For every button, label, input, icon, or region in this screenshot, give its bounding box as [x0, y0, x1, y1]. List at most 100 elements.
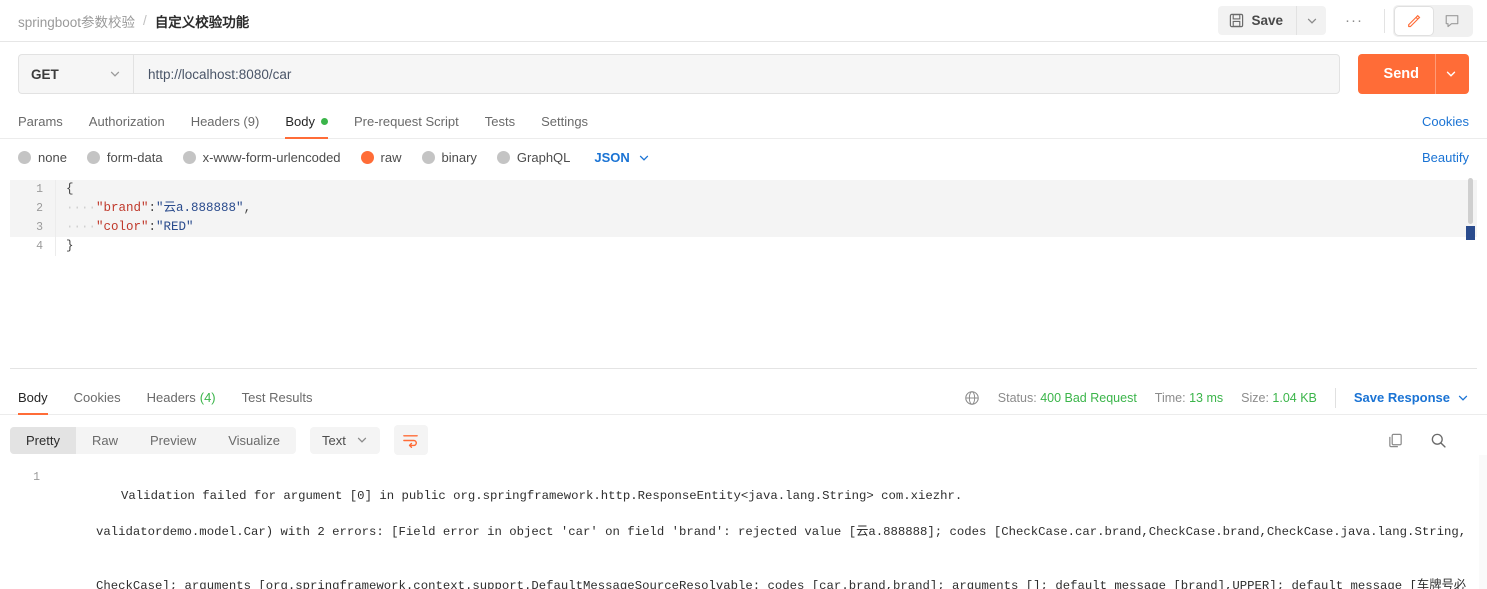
search-icon[interactable] — [1430, 432, 1447, 449]
chevron-down-icon — [1445, 68, 1457, 80]
response-tab-test-results[interactable]: Test Results — [242, 381, 313, 415]
response-tab-body[interactable]: Body — [18, 381, 48, 415]
response-format-select[interactable]: Text — [310, 426, 380, 454]
body-type-graphql[interactable]: GraphQL — [496, 150, 570, 165]
http-method-select[interactable]: GET — [18, 54, 133, 94]
word-wrap-icon — [402, 432, 419, 449]
indent-guide: ···· — [66, 220, 97, 234]
response-meta: Status: 400 Bad Request Time: 13 ms Size… — [964, 387, 1469, 408]
tab-tests[interactable]: Tests — [485, 105, 515, 139]
request-body-editor[interactable]: 1 { 2 ····"brand":"云a.888888", 3 ····"co… — [10, 174, 1477, 369]
tab-settings-label: Settings — [541, 114, 589, 129]
tab-settings[interactable]: Settings — [541, 105, 588, 139]
window-header: springboot参数校验 / 自定义校验功能 Save ··· — [0, 0, 1487, 42]
size-label-text: Size: — [1241, 390, 1269, 405]
body-type-none[interactable]: none — [18, 150, 67, 165]
response-toolbar: Pretty Raw Preview Visualize Text — [0, 415, 1487, 463]
response-view-switcher: Pretty Raw Preview Visualize — [10, 426, 297, 454]
radio-icon — [182, 151, 196, 164]
tab-authorization[interactable]: Authorization — [89, 105, 165, 139]
save-response-label: Save Response — [1353, 390, 1450, 405]
body-type-urlencoded-label: x-www-form-urlencoded — [202, 150, 341, 165]
tab-pre-request-script[interactable]: Pre-request Script — [354, 105, 459, 139]
line-number: 4 — [10, 237, 56, 256]
response-scrollbar[interactable] — [1479, 455, 1487, 589]
meta-divider — [1334, 387, 1336, 408]
edit-mode-button[interactable] — [1395, 6, 1433, 35]
radio-icon — [496, 151, 510, 164]
copy-icon[interactable] — [1387, 432, 1404, 449]
request-url-input[interactable] — [133, 54, 1340, 94]
body-type-form-data[interactable]: form-data — [86, 150, 163, 165]
response-text-segment-2: validatordemo.model.Car) with 2 errors: … — [96, 525, 1467, 539]
chevron-down-icon — [1457, 392, 1469, 404]
body-type-row: none form-data x-www-form-urlencoded raw… — [0, 139, 1487, 174]
view-mode-toggle — [1393, 4, 1473, 37]
line-number: 2 — [10, 199, 56, 218]
response-tab-headers-label: Headers — [146, 390, 196, 405]
size-value: 1.04 KB — [1272, 390, 1317, 405]
request-tabs: Params Authorization Headers (9) Body Pr… — [0, 105, 1487, 139]
response-line-number: 1 — [33, 471, 40, 484]
body-format-label: JSON — [594, 150, 630, 165]
more-actions-button[interactable]: ··· — [1332, 7, 1376, 34]
editor-line: 2 ····"brand":"云a.888888", — [10, 199, 1477, 218]
radio-icon — [421, 151, 435, 164]
response-tab-cookies-label: Cookies — [73, 390, 121, 405]
response-tab-cookies[interactable]: Cookies — [74, 381, 121, 415]
response-view-visualize[interactable]: Visualize — [212, 427, 296, 454]
tab-headers-label: Headers (9) — [190, 114, 260, 129]
body-type-binary-label: binary — [441, 150, 477, 165]
beautify-button[interactable]: Beautify — [1422, 150, 1469, 165]
chevron-down-icon — [638, 152, 650, 164]
response-tab-headers[interactable]: Headers (4) — [147, 381, 216, 415]
response-body[interactable]: 1 Validation failed for argument [0] in … — [0, 463, 1487, 589]
tab-params-label: Params — [18, 114, 63, 129]
tab-tests-label: Tests — [484, 114, 516, 129]
json-value: "RED" — [156, 220, 194, 234]
send-button[interactable]: Send — [1357, 54, 1469, 94]
body-type-raw-label: raw — [380, 150, 402, 165]
tab-body[interactable]: Body — [285, 105, 328, 139]
radio-icon-selected — [360, 151, 374, 164]
http-method-label: GET — [31, 66, 59, 82]
tab-body-label: Body — [285, 114, 315, 129]
response-view-pretty[interactable]: Pretty — [10, 426, 76, 454]
postman-window: springboot参数校验 / 自定义校验功能 Save ··· GET ht… — [0, 0, 1487, 589]
radio-icon — [86, 151, 100, 164]
line-content: ····"color":"RED" — [56, 218, 194, 237]
body-type-urlencoded[interactable]: x-www-form-urlencoded — [182, 150, 341, 165]
json-key: "color" — [96, 220, 149, 234]
indent-guide: ···· — [66, 201, 97, 215]
save-options-button[interactable] — [1296, 6, 1326, 35]
save-button[interactable]: Save — [1218, 6, 1296, 35]
response-text-segment-3: CheckCase]; arguments [org.springframewo… — [96, 579, 1467, 589]
body-type-raw[interactable]: raw — [360, 150, 402, 165]
send-options-caret[interactable] — [1435, 54, 1465, 94]
response-tab-body-label: Body — [18, 390, 48, 405]
body-modified-dot-icon — [320, 118, 328, 125]
breadcrumb-parent[interactable]: springboot参数校验 — [18, 11, 135, 31]
body-format-select[interactable]: JSON — [594, 150, 649, 165]
response-view-preview[interactable]: Preview — [134, 427, 212, 454]
globe-icon — [964, 390, 980, 406]
response-toolbar-right — [1387, 432, 1469, 449]
line-number: 1 — [10, 180, 56, 199]
tab-params[interactable]: Params — [18, 105, 63, 139]
word-wrap-button[interactable] — [393, 425, 428, 455]
floppy-disk-icon — [1229, 13, 1244, 28]
chevron-down-icon — [1306, 15, 1318, 27]
editor-line: 1 { — [10, 180, 1477, 199]
save-button-label: Save — [1251, 13, 1283, 28]
response-view-raw[interactable]: Raw — [76, 427, 134, 454]
editor-line: 4 } — [10, 237, 1477, 256]
save-response-button[interactable]: Save Response — [1354, 390, 1469, 405]
response-headers-count: (4) — [199, 390, 216, 405]
status-label: Status: 400 Bad Request — [998, 391, 1137, 405]
body-type-binary[interactable]: binary — [421, 150, 477, 165]
comment-mode-button[interactable] — [1433, 7, 1471, 35]
cookies-link[interactable]: Cookies — [1422, 114, 1469, 129]
tab-headers[interactable]: Headers (9) — [191, 105, 260, 139]
request-body-code[interactable]: 1 { 2 ····"brand":"云a.888888", 3 ····"co… — [10, 174, 1477, 368]
editor-scrollbar[interactable] — [1468, 178, 1473, 224]
